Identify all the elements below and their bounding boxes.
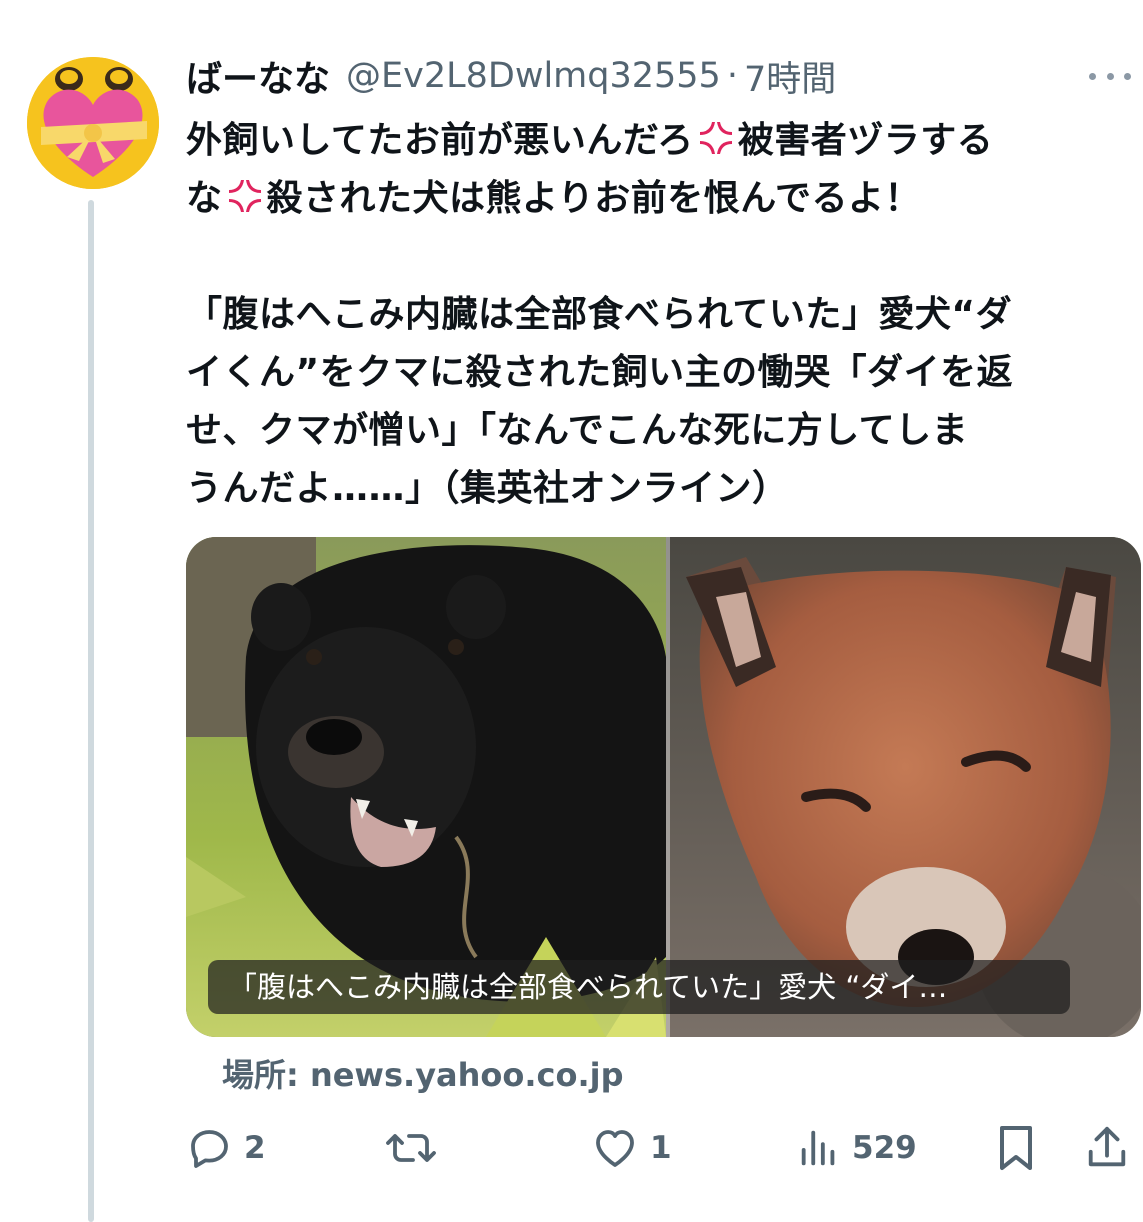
tweet-line-1: 外飼いしてたお前が悪いんだろ 被害者ヅラする: [186, 120, 994, 161]
quote-line-3: せ、クマが憎い」「なんでこんな死に方してしま: [186, 410, 969, 451]
action-bar: 2 1 529: [186, 1118, 1143, 1178]
anger-symbol-icon: [228, 180, 261, 212]
share-button[interactable]: [1084, 1118, 1130, 1178]
views-count: 529: [852, 1130, 917, 1166]
quote-line-2: イくん”をクマに殺された飼い主の慟哭「ダイを返: [186, 352, 1014, 393]
tweet-line-2: な殺された犬は熊よりお前を恨んでるよ！: [186, 178, 921, 219]
card-source[interactable]: 場所: news.yahoo.co.jp: [222, 1050, 624, 1096]
views-chart-icon: [801, 1130, 835, 1166]
user-handle[interactable]: @Ev2L8Dwlmq32555: [346, 56, 721, 96]
bookmark-button[interactable]: [994, 1118, 1038, 1178]
tweet-header: ばーなな @Ev2L8Dwlmq32555 · 7時間: [186, 48, 1135, 104]
retweet-icon: [386, 1134, 436, 1162]
share-icon: [1088, 1126, 1126, 1167]
tweet-text: 外飼いしてたお前が悪いんだろ 被害者ヅラする な殺された犬は熊よりお前を恨んでるよ…: [186, 112, 1136, 518]
more-options-icon[interactable]: [1085, 58, 1135, 94]
display-name[interactable]: ばーなな: [186, 50, 330, 102]
heart-ribbon-avatar-icon: [27, 57, 159, 189]
quote-line-1: 「腹はへこみ内臓は全部食べられていた」愛犬“ダ: [186, 294, 1013, 335]
retweet-button[interactable]: [384, 1118, 448, 1178]
bookmark-icon: [1000, 1126, 1032, 1170]
like-button[interactable]: 1: [590, 1118, 672, 1178]
reply-icon: [191, 1130, 228, 1168]
timestamp[interactable]: 7時間: [744, 51, 836, 102]
card-caption[interactable]: 「腹はへこみ内臓は全部食べられていた」愛犬 “ダイ…: [208, 960, 1070, 1014]
views-button[interactable]: 529: [796, 1118, 917, 1178]
separator-dot: ·: [726, 56, 738, 96]
anger-symbol-icon: [699, 122, 732, 154]
reply-count: 2: [244, 1130, 266, 1166]
quote-line-4: うんだよ……」（集英社オンライン）: [186, 468, 789, 509]
reply-button[interactable]: 2: [186, 1118, 266, 1178]
like-count: 1: [650, 1130, 672, 1166]
heart-icon: [596, 1130, 634, 1167]
thread-line: [88, 200, 94, 1222]
avatar[interactable]: [27, 57, 159, 189]
